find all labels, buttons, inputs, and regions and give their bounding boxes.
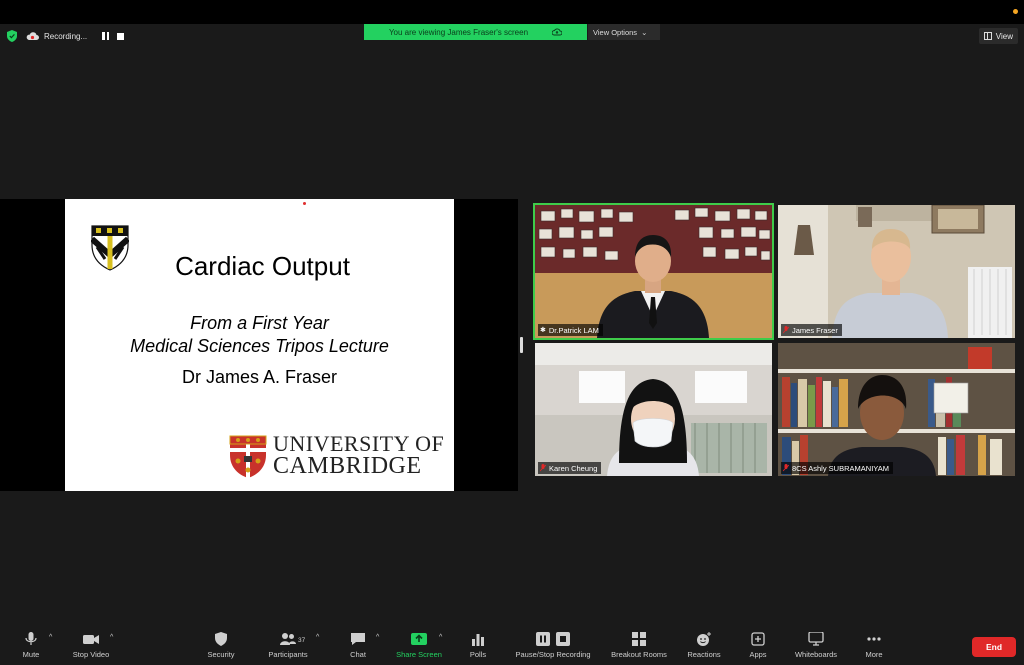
- chat-label: Chat: [350, 650, 366, 659]
- shield-icon[interactable]: [7, 30, 17, 42]
- share-options-caret[interactable]: ^: [439, 634, 442, 641]
- participant-video: [535, 205, 772, 338]
- share-screen-label: Share Screen: [396, 650, 442, 659]
- chat-bubble-icon: [351, 633, 365, 645]
- pause-stop-recording-label: Pause/Stop Recording: [515, 650, 591, 659]
- cloud-recording-icon: [26, 31, 39, 40]
- participant-video: [778, 343, 1015, 476]
- audio-options-caret[interactable]: ^: [49, 634, 52, 641]
- slide-subtitle-2: Medical Sciences Tripos Lecture: [130, 336, 389, 356]
- participant-video: [535, 343, 772, 476]
- security-label: Security: [207, 650, 235, 659]
- breakout-rooms-label: Breakout Rooms: [611, 650, 667, 659]
- whiteboards-button[interactable]: Whiteboards: [790, 632, 842, 664]
- shared-screen: Cardiac Output From a First Year Medical…: [0, 199, 518, 491]
- participant-name: James Fraser: [792, 325, 838, 335]
- muted-mic-icon: [540, 464, 546, 472]
- status-dot: [1013, 9, 1018, 14]
- video-tile-karen-cheung[interactable]: Karen Cheung: [535, 343, 772, 476]
- whiteboard-icon: [808, 632, 824, 646]
- video-options-caret[interactable]: ^: [110, 634, 113, 641]
- video-tile-patrick-lam[interactable]: ✱ Dr.Patrick LAM: [533, 203, 774, 340]
- participant-name-tag: Karen Cheung: [538, 462, 602, 474]
- stop-video-label: Stop Video: [72, 650, 110, 659]
- polls-button[interactable]: Polls: [466, 632, 490, 664]
- end-meeting-button[interactable]: End: [972, 637, 1016, 657]
- apps-icon: [751, 632, 765, 646]
- chevron-down-icon: ⌄: [641, 27, 648, 37]
- recording-indicator: Recording...: [26, 27, 125, 45]
- breakout-rooms-button[interactable]: Breakout Rooms: [606, 632, 672, 664]
- stop-video-button[interactable]: Stop Video: [68, 632, 114, 664]
- more-button[interactable]: More: [862, 632, 886, 664]
- mute-button[interactable]: Mute: [20, 632, 42, 664]
- smiley-icon: [697, 632, 711, 646]
- view-button[interactable]: View: [978, 28, 1018, 44]
- participants-icon: [280, 633, 296, 645]
- university-name-line2: CAMBRIDGE: [273, 453, 422, 479]
- participants-options-caret[interactable]: ^: [316, 634, 319, 641]
- participant-name: Karen Cheung: [549, 463, 598, 473]
- participant-video: [778, 205, 1015, 338]
- participant-name-tag: ✱ Dr.Patrick LAM: [538, 324, 603, 336]
- video-tile-ashly-subramaniyam[interactable]: 8CS Ashly SUBRAMANIYAM: [778, 343, 1015, 476]
- participants-count: 37: [298, 637, 306, 644]
- muted-mic-icon: [783, 326, 789, 334]
- mute-label: Mute: [22, 650, 40, 659]
- microphone-icon: [25, 632, 37, 645]
- layout-icon: [983, 32, 992, 40]
- meeting-toolbar: Mute ^ Stop Video ^ Security Participant…: [0, 629, 1024, 665]
- pin-icon: ✱: [540, 327, 546, 334]
- participants-label: Participants: [268, 650, 308, 659]
- slide-author: Dr James A. Fraser: [181, 367, 338, 387]
- apps-label: Apps: [749, 650, 767, 659]
- viewing-screen-banner: You are viewing James Fraser's screen: [364, 24, 587, 40]
- view-options-dropdown[interactable]: View Options ⌄: [588, 24, 660, 40]
- participant-name-tag: James Fraser: [781, 324, 842, 336]
- chat-button[interactable]: Chat: [346, 632, 370, 664]
- whiteboards-label: Whiteboards: [794, 650, 838, 659]
- reactions-label: Reactions: [687, 650, 721, 659]
- security-button[interactable]: Security: [203, 632, 239, 664]
- window-title-strip: [0, 0, 1024, 24]
- more-label: More: [865, 650, 883, 659]
- recording-label: Recording...: [44, 31, 88, 41]
- stop-icon: [556, 632, 570, 646]
- muted-mic-icon: [783, 464, 789, 472]
- video-tile-james-fraser[interactable]: James Fraser: [778, 205, 1015, 338]
- slide-subtitle-1: From a First Year: [190, 313, 329, 333]
- share-screen-button[interactable]: Share Screen: [392, 632, 446, 664]
- share-screen-icon: [411, 633, 427, 645]
- annotation-dot: [303, 202, 306, 205]
- shield-icon: [215, 632, 227, 646]
- view-options-label: View Options: [593, 27, 638, 37]
- chat-options-caret[interactable]: ^: [376, 634, 379, 641]
- participant-name: 8CS Ashly SUBRAMANIYAM: [792, 463, 889, 473]
- breakout-rooms-icon: [632, 632, 646, 646]
- video-camera-icon: [83, 635, 99, 644]
- slide-title: Cardiac Output: [175, 251, 350, 281]
- viewing-screen-text: You are viewing James Fraser's screen: [388, 27, 529, 37]
- pause-stop-recording-button[interactable]: Pause/Stop Recording: [510, 632, 596, 664]
- polls-label: Polls: [469, 650, 487, 659]
- pause-icon: [536, 632, 550, 646]
- more-dots-icon: [867, 637, 881, 641]
- presentation-slide: Cardiac Output From a First Year Medical…: [65, 199, 454, 491]
- participant-name-tag: 8CS Ashly SUBRAMANIYAM: [781, 462, 893, 474]
- apps-button[interactable]: Apps: [746, 632, 770, 664]
- bar-chart-icon: [472, 634, 484, 646]
- view-label: View: [995, 31, 1013, 41]
- participant-name: Dr.Patrick LAM: [548, 325, 599, 335]
- participants-button[interactable]: Participants: [263, 632, 313, 664]
- cloud-upload-icon: [552, 28, 563, 36]
- split-resize-handle[interactable]: [520, 337, 523, 353]
- pause-recording-icon[interactable]: [102, 32, 110, 40]
- meeting-top-bar: Recording... You are viewing James Frase…: [0, 24, 1024, 48]
- cambridge-crest-icon: [229, 435, 267, 478]
- stop-recording-icon[interactable]: [117, 33, 125, 40]
- reactions-button[interactable]: Reactions: [684, 632, 724, 664]
